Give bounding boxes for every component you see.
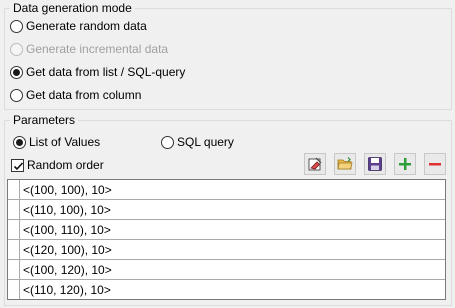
radio-get-from-column[interactable]: Get data from column [10, 86, 141, 104]
floppy-disk-icon [368, 157, 382, 171]
value-cell[interactable]: <(100, 120), 10> [23, 263, 112, 277]
row-indicator[interactable] [8, 280, 20, 299]
radio-circle[interactable] [10, 88, 23, 102]
radio-circle[interactable] [161, 135, 174, 149]
radio-get-from-list[interactable]: Get data from list / SQL-query [10, 63, 185, 81]
table-row[interactable]: <(120, 100), 10> [8, 240, 445, 260]
radio-generate-incremental: Generate incremental data [10, 40, 168, 58]
eraser-icon [308, 157, 322, 171]
table-row[interactable]: <(110, 100), 10> [8, 200, 445, 220]
checkbox-box[interactable] [11, 158, 24, 172]
radio-label: Get data from column [26, 88, 142, 102]
radio-circle[interactable] [10, 65, 23, 79]
value-cell[interactable]: <(110, 120), 10> [23, 283, 111, 297]
parameters-title: Parameters [13, 113, 76, 127]
clear-button[interactable] [304, 153, 326, 175]
value-cell[interactable]: <(120, 100), 10> [23, 243, 112, 257]
table-row[interactable]: <(100, 100), 10> [8, 180, 445, 200]
row-indicator[interactable] [8, 220, 20, 239]
radio-label: SQL query [177, 135, 234, 149]
row-indicator[interactable] [8, 240, 20, 259]
plus-icon [399, 158, 411, 170]
minus-icon [429, 163, 441, 166]
value-cell[interactable]: <(110, 100), 10> [23, 203, 111, 217]
save-button[interactable] [364, 153, 386, 175]
values-grid[interactable]: <(100, 100), 10> <(110, 100), 10> <(100,… [7, 179, 446, 300]
radio-label: List of Values [29, 135, 101, 149]
checkbox-label: Random order [27, 158, 104, 172]
checkbox-random-order[interactable]: Random order [11, 156, 104, 174]
remove-button[interactable] [424, 153, 446, 175]
radio-list-of-values[interactable]: List of Values [13, 133, 100, 151]
radio-sql-query[interactable]: SQL query [161, 133, 234, 151]
radio-circle [10, 42, 23, 56]
radio-label: Get data from list / SQL-query [26, 65, 186, 79]
checkmark-icon [13, 161, 24, 170]
table-row[interactable]: <(100, 110), 10> [8, 220, 445, 240]
add-button[interactable] [394, 153, 416, 175]
data-generator-panel: Data generation mode Generate random dat… [0, 0, 455, 308]
open-button[interactable] [334, 153, 356, 175]
radio-circle[interactable] [13, 135, 26, 149]
row-indicator[interactable] [8, 200, 20, 219]
value-cell[interactable]: <(100, 100), 10> [23, 183, 112, 197]
row-indicator[interactable] [8, 260, 20, 279]
radio-generate-random[interactable]: Generate random data [10, 17, 147, 35]
table-row[interactable]: <(100, 120), 10> [8, 260, 445, 280]
radio-circle[interactable] [10, 19, 23, 33]
data-generation-mode-title: Data generation mode [13, 1, 132, 15]
radio-label: Generate random data [26, 19, 147, 33]
value-cell[interactable]: <(100, 110), 10> [23, 223, 111, 237]
table-row[interactable]: <(110, 120), 10> [8, 280, 445, 300]
radio-label: Generate incremental data [26, 42, 169, 56]
row-indicator[interactable] [8, 180, 20, 199]
folder-open-icon [337, 157, 353, 170]
